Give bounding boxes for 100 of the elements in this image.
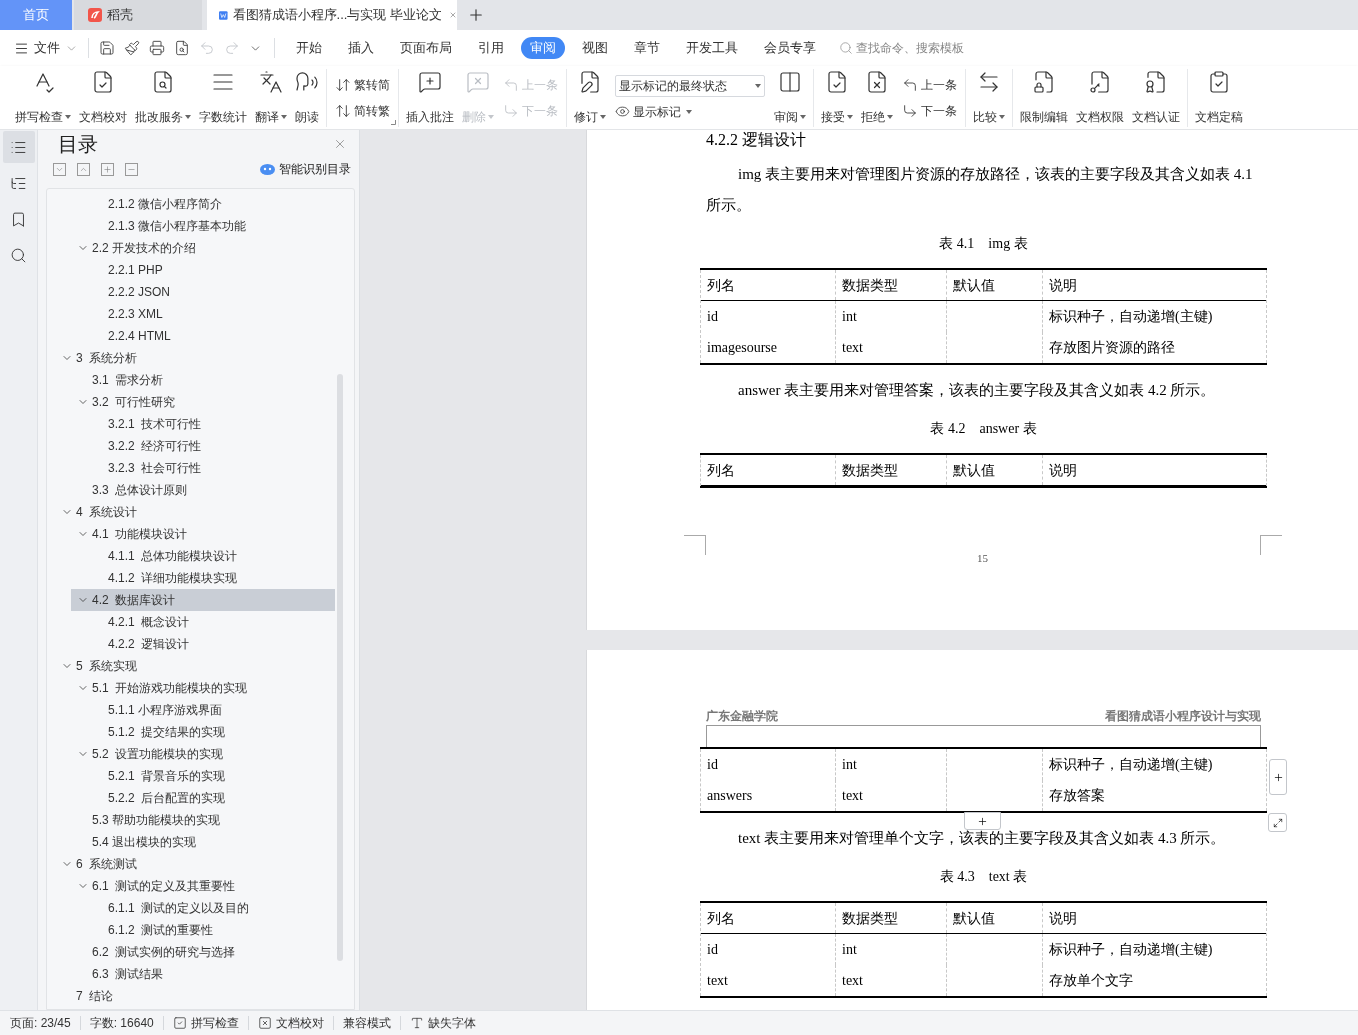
toc-item[interactable]: 6.1.1 测试的定义以及目的 — [87, 897, 335, 919]
ribbon-tab[interactable]: 章节 — [625, 37, 669, 59]
ribbon-button[interactable]: 限制编辑 — [1017, 69, 1071, 126]
ribbon-button[interactable]: 翻译 — [252, 69, 290, 126]
toc-item[interactable]: 5.1.2 提交结果的实现 — [87, 721, 335, 743]
ribbon-button[interactable]: 审阅 — [771, 69, 809, 126]
search-field[interactable]: 查找命令、搜索模板 — [856, 39, 1006, 57]
ribbon-tab[interactable]: 视图 — [573, 37, 617, 59]
toc-item[interactable]: 5.2.1 背景音乐的实现 — [87, 765, 335, 787]
side-nav-button[interactable] — [2, 131, 35, 163]
ribbon-button[interactable]: 文档认证 — [1129, 69, 1183, 126]
add-row-button[interactable] — [964, 812, 1001, 830]
scrollbar-thumb[interactable] — [337, 374, 343, 961]
toc-item[interactable]: 5.4 退出模块的实现 — [71, 831, 335, 853]
toc-item[interactable]: 3.3 总体设计原则 — [71, 479, 335, 501]
toc-tool-button[interactable] — [53, 162, 66, 176]
ribbon-button[interactable]: 文档权限 — [1073, 69, 1127, 126]
toc-item[interactable]: 6.3 测试结果 — [71, 963, 335, 985]
table-header-cell-text: 数据类型 — [842, 909, 898, 928]
ribbon-button[interactable]: 修订 — [571, 69, 609, 126]
toc-item[interactable]: 5 系统实现 — [55, 655, 335, 677]
smart-toc-link[interactable]: 智能识别目录 — [260, 160, 351, 178]
quick-access-button[interactable] — [124, 40, 140, 56]
crop-mark — [1260, 535, 1282, 555]
toc-item[interactable]: 3.2.3 社会可行性 — [87, 457, 335, 479]
toc-item[interactable]: 4.2.1 概念设计 — [87, 611, 335, 633]
toc-item[interactable]: 5.2 设置功能模块的实现 — [71, 743, 335, 765]
ribbon-tab[interactable]: 开发工具 — [677, 37, 747, 59]
toc-item[interactable]: 2.2 开发技术的介绍 — [71, 237, 335, 259]
status-button[interactable]: 拼写检查 — [172, 1014, 239, 1032]
toc-item[interactable]: 2.2.2 JSON — [87, 281, 335, 303]
ribbon-small-button[interactable]: 上一条 — [902, 75, 957, 94]
table-header-cell-text: 列名 — [707, 909, 735, 928]
quick-access-button[interactable] — [174, 40, 190, 56]
ribbon-button[interactable]: 文档校对 — [76, 69, 130, 126]
toc-item[interactable]: 6.1 测试的定义及其重要性 — [71, 875, 335, 897]
toc-item[interactable]: 4.2.2 逻辑设计 — [87, 633, 335, 655]
ribbon-tab[interactable]: 插入 — [339, 37, 383, 59]
table-header-cell-text: 列名 — [707, 461, 735, 480]
toc-item[interactable]: 7 结论 — [55, 985, 335, 1007]
toc-item[interactable]: 3 系统分析 — [55, 347, 335, 369]
toc-item[interactable]: 5.1.1 小程序游戏界面 — [87, 699, 335, 721]
toc-item[interactable]: 2.2.1 PHP — [87, 259, 335, 281]
ribbon-tab[interactable]: 开始 — [287, 37, 331, 59]
toc-item[interactable]: 6.2 测试实例的研究与选择 — [71, 941, 335, 963]
launcher-icon[interactable] — [391, 119, 396, 125]
toc-item[interactable]: 6.1.2 测试的重要性 — [87, 919, 335, 941]
status-button[interactable]: 缺失字体 — [409, 1014, 476, 1032]
toc-item[interactable]: 3.2 可行性研究 — [71, 391, 335, 413]
caret-icon — [800, 114, 806, 119]
toc-item[interactable]: 4.1.1 总体功能模块设计 — [87, 545, 335, 567]
ribbon-button[interactable]: 拼写检查 — [12, 69, 74, 126]
ribbon-tab[interactable]: 会员专享 — [755, 37, 825, 59]
ribbon-small-button[interactable]: 下一条 — [902, 101, 957, 120]
toc-tool-button[interactable] — [125, 162, 138, 176]
toc-item[interactable]: 4 系统设计 — [55, 501, 335, 523]
toc-item[interactable]: 4.2 数据库设计 — [71, 589, 335, 611]
markup-select[interactable]: 显示标记的最终状态 — [615, 74, 765, 97]
quick-access-button[interactable] — [99, 40, 115, 56]
redo-icon — [224, 40, 240, 56]
toc-item[interactable]: 5.1 开始游戏功能模块的实现 — [71, 677, 335, 699]
file-lock-icon — [1032, 69, 1056, 94]
caret-icon — [755, 83, 761, 88]
ribbon-tab[interactable]: 引用 — [469, 37, 513, 59]
ribbon-button[interactable]: 字数统计 — [196, 69, 250, 126]
toc-item[interactable]: 4.1.2 详细功能模块实现 — [87, 567, 335, 589]
close-icon[interactable] — [333, 137, 347, 151]
toc-item[interactable]: 3.2.2 经济可行性 — [87, 435, 335, 457]
show-markup-button[interactable]: 显示标记 — [615, 102, 765, 121]
ribbon-button[interactable]: 朗读 — [292, 69, 322, 126]
toc-tool-button[interactable] — [101, 162, 114, 176]
toc-item[interactable]: 2.2.3 XML — [87, 303, 335, 325]
ribbon-button[interactable]: 比较 — [970, 69, 1008, 126]
window-tab[interactable]: 稻壳 — [74, 0, 202, 30]
status-button[interactable]: 文档校对 — [257, 1014, 324, 1032]
ribbon-tab[interactable]: 页面布局 — [391, 37, 461, 59]
toc-item[interactable]: 5.3 帮助功能模块的实现 — [71, 809, 335, 831]
table-cell-text: int — [842, 756, 857, 774]
window-tab[interactable]: 看图猜成语小程序...与实现 毕业论文 — [207, 0, 457, 30]
toc-item[interactable]: 3.1 需求分析 — [71, 369, 335, 391]
file-menu[interactable]: 文件 — [14, 38, 78, 58]
resize-handle[interactable] — [1268, 813, 1287, 832]
ribbon-button[interactable]: 拒绝 — [858, 69, 896, 126]
ribbon-button[interactable]: 插入批注 — [403, 69, 457, 126]
toc-tool-button[interactable] — [77, 162, 90, 176]
ribbon-button[interactable]: 接受 — [818, 69, 856, 126]
ribbon-button[interactable]: 文档定稿 — [1192, 69, 1246, 126]
toc-item[interactable]: 2.1.3 微信小程序基本功能 — [87, 215, 335, 237]
add-column-button[interactable] — [1269, 759, 1287, 795]
ribbon-small-button[interactable]: 繁转简 — [335, 75, 390, 94]
ribbon-button[interactable]: 批改服务 — [132, 69, 194, 126]
toc-item[interactable]: 3.2.1 技术可行性 — [87, 413, 335, 435]
toc-item[interactable]: 2.2.4 HTML — [87, 325, 335, 347]
quick-access-button[interactable] — [149, 40, 165, 56]
toc-item[interactable]: 6 系统测试 — [55, 853, 335, 875]
toc-item[interactable]: 5.2.2 后台配置的实现 — [87, 787, 335, 809]
ribbon-small-button[interactable]: 简转繁 — [335, 101, 390, 120]
new-tab-icon[interactable] — [467, 6, 485, 24]
toc-item[interactable]: 2.1.2 微信小程序简介 — [87, 193, 335, 215]
toc-item[interactable]: 4.1 功能模块设计 — [71, 523, 335, 545]
